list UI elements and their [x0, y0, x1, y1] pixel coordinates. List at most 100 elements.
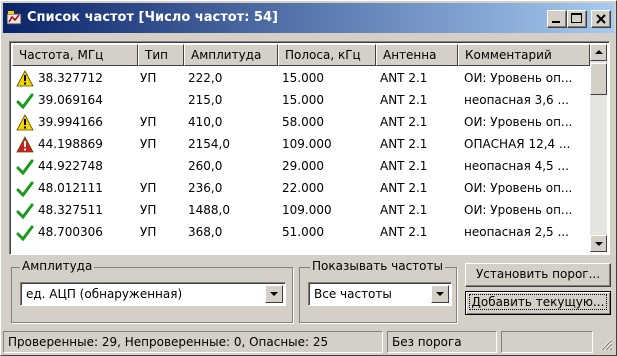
amplitude-group-label: Амплитуда	[20, 259, 95, 273]
app-icon	[7, 11, 22, 25]
checkmark-icon	[16, 159, 34, 176]
scroll-down-button[interactable]	[590, 235, 607, 252]
frequency-table[interactable]: Частота, МГц Тип Амплитуда Полоса, кГц А…	[9, 41, 610, 255]
column-header-type[interactable]: Тип	[138, 44, 184, 66]
add-current-button[interactable]: Добавить текущую...	[465, 291, 611, 315]
checkmark-icon	[16, 181, 34, 198]
cell-amplitude: 410,0	[188, 115, 223, 129]
danger-icon	[16, 136, 34, 153]
cell-frequency: 48.700306	[38, 225, 103, 239]
scroll-up-button[interactable]	[590, 44, 607, 61]
show-frequencies-select[interactable]: Все частоты	[308, 282, 452, 306]
minimize-button[interactable]	[547, 10, 567, 28]
maximize-icon	[571, 13, 582, 23]
cell-comment: ОИ: Уровень оп...	[464, 115, 573, 129]
cell-antenna: ANT 2.1	[380, 225, 428, 239]
add-current-button-label: Добавить текущую...	[468, 294, 608, 310]
cell-comment: ОПАСНАЯ 12,4 ...	[464, 137, 571, 151]
scroll-thumb[interactable]	[590, 63, 607, 95]
cell-amplitude: 215,0	[188, 93, 223, 107]
warning-icon	[16, 70, 34, 87]
cell-comment: неопасная 4,5 ...	[464, 159, 569, 173]
chevron-down-icon	[270, 292, 278, 296]
cell-frequency: 44.922748	[38, 159, 103, 173]
cell-comment: ОИ: Уровень оп...	[464, 181, 573, 195]
cell-type: УП	[140, 137, 157, 151]
arrow-down-icon	[595, 242, 603, 246]
amplitude-select[interactable]: ед. АЦП (обнаруженная)	[20, 282, 286, 306]
table-row[interactable]: 48.012111 УП 236,0 22.000 ANT 2.1 ОИ: Уровень…	[12, 178, 590, 200]
cell-comment: неопасная 3,6 ...	[464, 93, 569, 107]
cell-bandwidth: 15.000	[282, 71, 324, 85]
table-row[interactable]: 38.327712 УП 222,0 15.000 ANT 2.1 ОИ: Уровень…	[12, 68, 590, 90]
checkmark-icon	[16, 93, 34, 110]
cell-amplitude: 2154,0	[188, 137, 230, 151]
maximize-button[interactable]	[567, 10, 587, 28]
cell-antenna: ANT 2.1	[380, 93, 428, 107]
cell-antenna: ANT 2.1	[380, 71, 428, 85]
show-frequencies-group: Показывать частоты Все частоты	[299, 259, 457, 323]
cell-antenna: ANT 2.1	[380, 159, 428, 173]
table-row[interactable]: 39.994166 УП 410,0 58.000 ANT 2.1 ОИ: Уровень…	[12, 112, 590, 134]
close-icon	[596, 14, 606, 24]
cell-bandwidth: 29.000	[282, 159, 324, 173]
amplitude-group: Амплитуда ед. АЦП (обнаруженная)	[11, 259, 293, 323]
cell-comment: неопасная 2,5 ...	[464, 225, 569, 239]
cell-amplitude: 236,0	[188, 181, 223, 195]
status-bar: Проверенные: 29, Непроверенные: 0, Опасн…	[3, 331, 614, 353]
cell-type: УП	[140, 203, 157, 217]
cell-bandwidth: 109.000	[282, 203, 332, 217]
cell-type: УП	[140, 181, 157, 195]
status-threshold: Без порога	[387, 331, 497, 353]
table-row[interactable]: 44.922748 260,0 29.000 ANT 2.1 неопасная 4,5…	[12, 156, 590, 178]
table-header: Частота, МГц Тип Амплитуда Полоса, кГц А…	[12, 44, 590, 66]
amplitude-dropdown-button[interactable]	[265, 285, 283, 303]
cell-amplitude: 260,0	[188, 159, 223, 173]
cell-antenna: ANT 2.1	[380, 115, 428, 129]
column-header-antenna[interactable]: Антенна	[376, 44, 458, 66]
cell-antenna: ANT 2.1	[380, 181, 428, 195]
cell-antenna: ANT 2.1	[380, 137, 428, 151]
cell-frequency: 48.012111	[38, 181, 103, 195]
warning-icon	[16, 114, 34, 131]
table-row[interactable]: 48.700306 УП 368,0 51.000 ANT 2.1 неопасная 2…	[12, 222, 590, 244]
close-button[interactable]	[591, 10, 611, 28]
resize-grip-icon[interactable]	[599, 337, 613, 351]
vertical-scrollbar[interactable]	[590, 44, 607, 252]
set-threshold-button[interactable]: Установить порог...	[465, 263, 611, 287]
cell-frequency: 44.198869	[38, 137, 103, 151]
cell-bandwidth: 109.000	[282, 137, 332, 151]
cell-type: УП	[140, 115, 157, 129]
show-frequencies-select-value: Все частоты	[314, 287, 392, 301]
frequency-list-window: Список частот [Число частот: 54] Частота…	[0, 0, 617, 356]
column-header-comment[interactable]: Комментарий	[458, 44, 590, 66]
title-bar[interactable]: Список частот [Число частот: 54]	[3, 3, 614, 33]
column-header-bandwidth[interactable]: Полоса, кГц	[278, 44, 376, 66]
amplitude-select-value: ед. АЦП (обнаруженная)	[26, 287, 183, 301]
show-frequencies-dropdown-button[interactable]	[431, 285, 449, 303]
checkmark-icon	[16, 225, 34, 242]
cell-bandwidth: 51.000	[282, 225, 324, 239]
chevron-down-icon	[436, 292, 444, 296]
cell-frequency: 48.327511	[38, 203, 103, 217]
cell-comment: ОИ: Уровень оп...	[464, 203, 573, 217]
arrow-up-icon	[595, 50, 603, 54]
status-empty-panel	[501, 331, 593, 353]
minimize-icon	[552, 21, 560, 23]
cell-amplitude: 222,0	[188, 71, 223, 85]
cell-type: УП	[140, 71, 157, 85]
table-row[interactable]: 44.198869 УП 2154,0 109.000 ANT 2.1 ОПАСНАЯ 1…	[12, 134, 590, 156]
column-header-amplitude[interactable]: Амплитуда	[184, 44, 278, 66]
window-title: Список частот [Число частот: 54]	[27, 10, 278, 25]
cell-comment: ОИ: Уровень оп...	[464, 71, 573, 85]
table-row[interactable]: 39.069164 215,0 15.000 ANT 2.1 неопасная 3,6…	[12, 90, 590, 112]
status-counts: Проверенные: 29, Непроверенные: 0, Опасн…	[3, 331, 383, 353]
cell-frequency: 39.994166	[38, 115, 103, 129]
cell-amplitude: 1488,0	[188, 203, 230, 217]
cell-bandwidth: 58.000	[282, 115, 324, 129]
show-frequencies-group-label: Показывать частоты	[310, 259, 445, 273]
table-row[interactable]: 48.327511 УП 1488,0 109.000 ANT 2.1 ОИ: Урове…	[12, 200, 590, 222]
cell-amplitude: 368,0	[188, 225, 223, 239]
checkmark-icon	[16, 203, 34, 220]
column-header-frequency[interactable]: Частота, МГц	[12, 44, 138, 66]
